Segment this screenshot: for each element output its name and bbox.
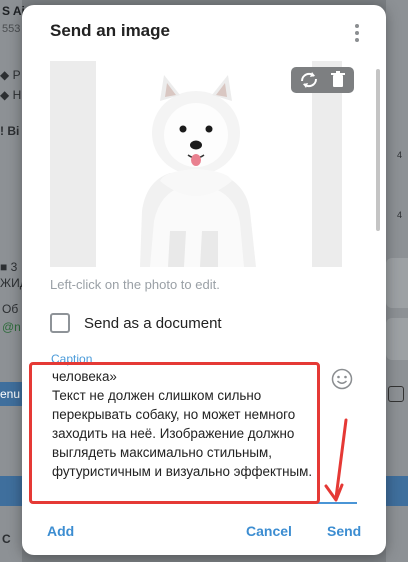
bg-time: 4: [396, 150, 402, 160]
replace-icon[interactable]: [294, 67, 324, 93]
bg-chat-item: ! Bi: [0, 124, 20, 138]
bg-chat-item: C: [2, 532, 11, 546]
add-button[interactable]: Add: [47, 523, 74, 539]
bg-chat-subtitle: 553: [2, 23, 21, 35]
bg-menu-button: enu: [0, 382, 22, 406]
trash-icon[interactable]: [323, 67, 353, 93]
bg-chat-item: ◆ H: [0, 88, 22, 102]
emoji-icon[interactable]: [331, 368, 353, 390]
more-vertical-icon[interactable]: [355, 24, 361, 45]
bg-time: 4: [396, 210, 402, 220]
bg-bar: [386, 476, 408, 506]
photo-toolbar: [291, 67, 354, 93]
send-as-document-checkbox[interactable]: [50, 313, 70, 333]
dialog-title: Send an image: [50, 21, 170, 40]
annotation-highlight-box: [29, 362, 320, 504]
edit-hint: Left-click on the photo to edit.: [50, 277, 220, 292]
bg-dropdown-icon: [388, 386, 404, 402]
scrollbar[interactable]: [376, 69, 380, 231]
bg-message-bubble: [386, 318, 408, 360]
bg-chat-item: ■ 3: [0, 260, 18, 274]
send-button[interactable]: Send: [327, 523, 361, 539]
bg-chat-item: Об: [2, 302, 19, 316]
bg-chat-item: ◆ P: [0, 68, 21, 82]
bg-bar: [0, 476, 22, 506]
send-as-document-label[interactable]: Send as a document: [84, 315, 222, 332]
bg-chat-item: @n: [2, 320, 21, 334]
cancel-button[interactable]: Cancel: [246, 523, 292, 539]
bg-message-bubble: [386, 258, 408, 308]
